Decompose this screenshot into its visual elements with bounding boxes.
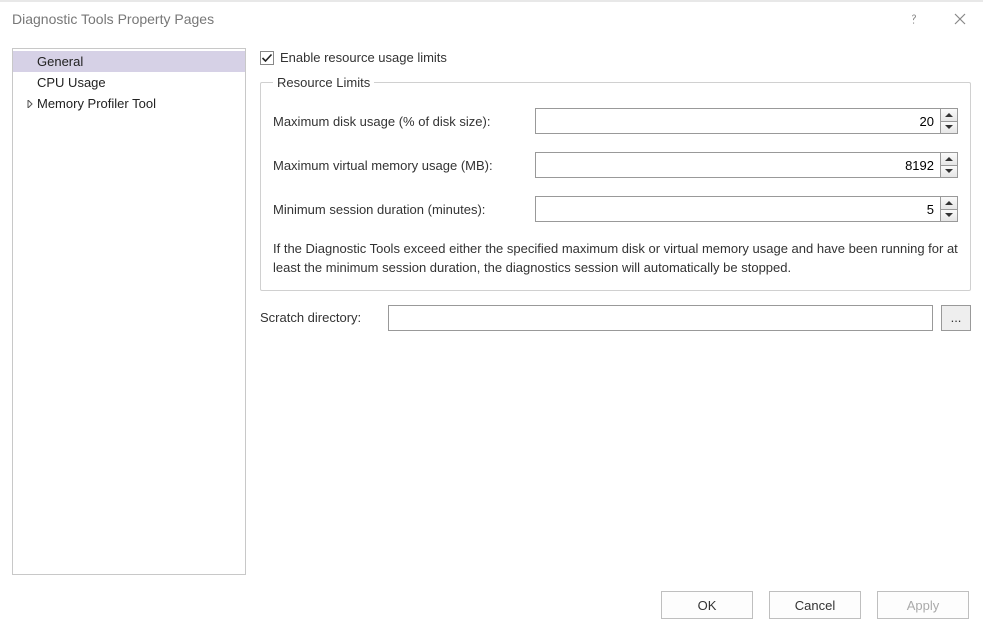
chevron-up-icon	[945, 112, 953, 118]
disk-usage-row: Maximum disk usage (% of disk size):	[273, 108, 958, 134]
sidebar-item-label: CPU Usage	[37, 75, 106, 90]
session-duration-row: Minimum session duration (minutes):	[273, 196, 958, 222]
vm-usage-steppers	[940, 152, 958, 178]
session-duration-input[interactable]	[535, 196, 940, 222]
chevron-down-icon	[945, 212, 953, 218]
window-title: Diagnostic Tools Property Pages	[12, 11, 891, 27]
scratch-directory-label: Scratch directory:	[260, 310, 380, 325]
sidebar-item-general[interactable]: General	[13, 51, 245, 72]
disk-usage-step-down[interactable]	[941, 121, 957, 134]
expand-arrow-icon[interactable]	[23, 100, 37, 108]
titlebar: Diagnostic Tools Property Pages	[0, 2, 983, 36]
vm-usage-input[interactable]	[535, 152, 940, 178]
vm-usage-step-up[interactable]	[941, 153, 957, 165]
chevron-up-icon	[945, 200, 953, 206]
vm-usage-label: Maximum virtual memory usage (MB):	[273, 158, 535, 173]
vm-usage-row: Maximum virtual memory usage (MB):	[273, 152, 958, 178]
dialog-window: Diagnostic Tools Property Pages General …	[0, 0, 983, 637]
enable-limits-checkbox[interactable]	[260, 51, 274, 65]
session-duration-spinner	[535, 196, 958, 222]
session-duration-steppers	[940, 196, 958, 222]
session-duration-step-up[interactable]	[941, 197, 957, 209]
session-duration-label: Minimum session duration (minutes):	[273, 202, 535, 217]
scratch-directory-browse-button[interactable]: ...	[941, 305, 971, 331]
apply-button[interactable]: Apply	[877, 591, 969, 619]
sidebar-item-label: Memory Profiler Tool	[37, 96, 156, 111]
vm-usage-step-down[interactable]	[941, 165, 957, 178]
sidebar: General CPU Usage Memory Profiler Tool	[12, 48, 246, 575]
close-icon	[954, 13, 966, 25]
resource-limits-help-text: If the Diagnostic Tools exceed either th…	[273, 240, 958, 278]
disk-usage-input[interactable]	[535, 108, 940, 134]
checkmark-icon	[261, 52, 273, 64]
main-panel: Enable resource usage limits Resource Li…	[260, 48, 971, 575]
sidebar-item-memory-profiler[interactable]: Memory Profiler Tool	[13, 93, 245, 114]
ok-button[interactable]: OK	[661, 591, 753, 619]
disk-usage-steppers	[940, 108, 958, 134]
resource-limits-group: Resource Limits Maximum disk usage (% of…	[260, 75, 971, 291]
sidebar-item-cpu-usage[interactable]: CPU Usage	[13, 72, 245, 93]
scratch-directory-input[interactable]	[388, 305, 933, 331]
help-button[interactable]	[891, 2, 937, 36]
content-area: General CPU Usage Memory Profiler Tool E…	[0, 36, 983, 575]
disk-usage-spinner	[535, 108, 958, 134]
chevron-down-icon	[945, 168, 953, 174]
chevron-up-icon	[945, 156, 953, 162]
disk-usage-step-up[interactable]	[941, 109, 957, 121]
sidebar-item-label: General	[37, 54, 83, 69]
help-icon	[908, 13, 920, 25]
close-button[interactable]	[937, 2, 983, 36]
session-duration-step-down[interactable]	[941, 209, 957, 222]
vm-usage-spinner	[535, 152, 958, 178]
dialog-footer: OK Cancel Apply	[0, 575, 983, 637]
enable-limits-label: Enable resource usage limits	[280, 50, 447, 65]
enable-limits-row: Enable resource usage limits	[260, 50, 971, 65]
chevron-down-icon	[945, 124, 953, 130]
disk-usage-label: Maximum disk usage (% of disk size):	[273, 114, 535, 129]
cancel-button[interactable]: Cancel	[769, 591, 861, 619]
resource-limits-legend: Resource Limits	[273, 75, 374, 90]
scratch-directory-row: Scratch directory: ...	[260, 305, 971, 331]
